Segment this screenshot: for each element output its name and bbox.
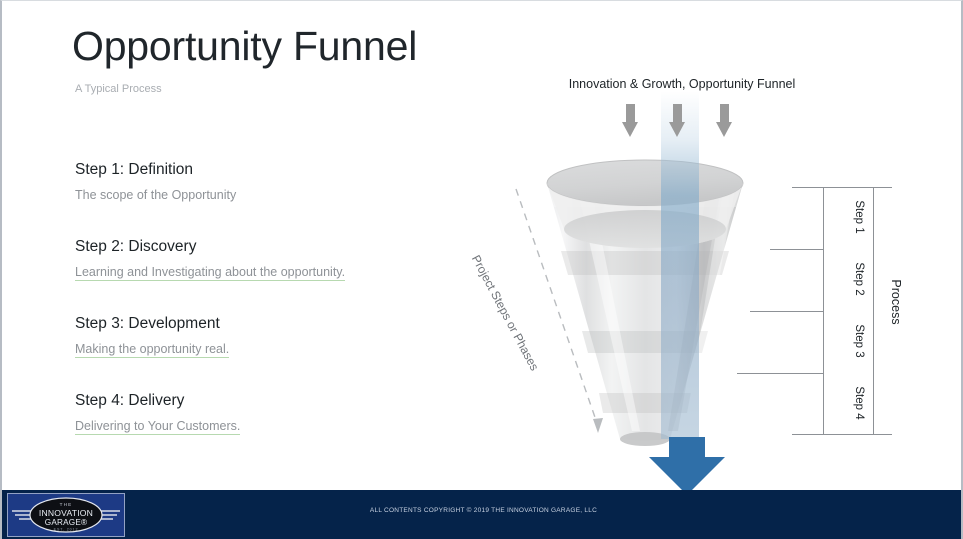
- logo-line-3: GARAGE®: [45, 518, 87, 527]
- innovation-garage-logo-icon: THE INNOVATION GARAGE® EST. 2012: [12, 497, 120, 533]
- step-title: Step 4: Delivery: [75, 392, 185, 410]
- page-subtitle: A Typical Process: [75, 83, 162, 95]
- input-arrow-icon: [622, 104, 639, 137]
- bracket-tick: [737, 373, 823, 374]
- step-title: Step 2: Discovery: [75, 237, 197, 255]
- bracket-step-label: Step 1: [853, 200, 865, 234]
- footer-bar: THE INNOVATION GARAGE® EST. 2012 ALL CON…: [2, 490, 961, 539]
- bracket-process-axis: [873, 187, 874, 435]
- list-item: Step 1: Definition The scope of the Oppo…: [75, 161, 475, 204]
- steps-list: Step 1: Definition The scope of the Oppo…: [75, 161, 475, 436]
- step-title: Step 1: Definition: [75, 161, 194, 178]
- step-title: Step 3: Development: [75, 315, 220, 332]
- logo-line-4: EST. 2012: [54, 528, 79, 532]
- process-label: Process: [889, 279, 903, 325]
- input-arrow-icon: [669, 104, 686, 137]
- page-title: Opportunity Funnel: [72, 23, 418, 69]
- list-item: Step 4: Delivery Delivering to Your Cust…: [75, 392, 475, 436]
- list-item: Step 2: Discovery Learning and Investiga…: [75, 238, 475, 281]
- logo: THE INNOVATION GARAGE® EST. 2012: [7, 493, 125, 537]
- bracket-step-label: Step 4: [853, 386, 865, 420]
- funnel-diagram: Innovation & Growth, Opportunity Funnel: [469, 1, 961, 497]
- input-arrow-icon: [716, 104, 733, 137]
- bracket-step-label: Step 2: [853, 262, 865, 296]
- list-item: Step 3: Development Making the opportuni…: [75, 315, 475, 359]
- step-description: Learning and Investigating about the opp…: [75, 265, 346, 281]
- copyright-text: ALL CONTENTS COPYRIGHT © 2019 THE INNOVA…: [369, 507, 598, 514]
- bracket-tick: [750, 311, 823, 312]
- bracket-tick: [770, 249, 823, 250]
- bracket-step-label: Step 3: [853, 324, 865, 358]
- bracket-step-axis: [823, 187, 824, 435]
- step-description: The scope of the Opportunity: [75, 187, 237, 202]
- bracket-tick: [792, 434, 892, 435]
- slide-canvas: Opportunity Funnel A Typical Process Ste…: [0, 0, 963, 539]
- step-description: Making the opportunity real.: [75, 342, 230, 359]
- bracket-tick: [792, 187, 892, 188]
- opportunity-flow-band: [661, 91, 699, 439]
- step-description: Delivering to Your Customers.: [75, 419, 241, 436]
- output-arrow-icon: [622, 437, 752, 497]
- process-bracket: Step 1 Step 2 Step 3 Step 4 Process: [737, 187, 961, 435]
